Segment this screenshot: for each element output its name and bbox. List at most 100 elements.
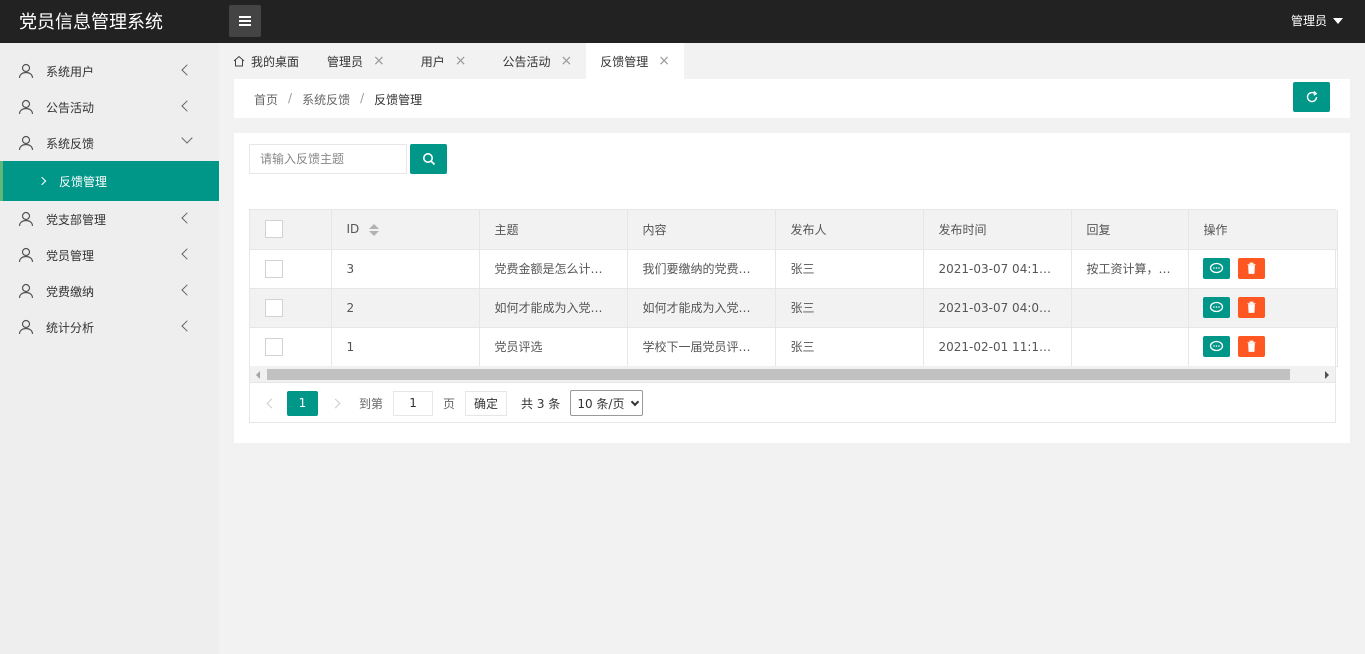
tab-label: 我的桌面 [251, 54, 300, 69]
breadcrumb-home[interactable]: 首页 [254, 91, 278, 108]
user-icon [18, 211, 34, 227]
tab-users[interactable]: 用户 × [399, 43, 481, 79]
top-bar: 党员信息管理系统 管理员 [0, 0, 1365, 43]
prev-page-button[interactable] [266, 398, 277, 408]
confirm-button[interactable]: 确定 [465, 390, 508, 416]
delete-button[interactable] [1237, 297, 1265, 318]
menu-icon [239, 20, 251, 22]
search-input[interactable] [249, 144, 407, 174]
sidebar-item-feedback[interactable]: 系统反馈 [0, 125, 219, 161]
sidebar-subitem-feedback-management[interactable]: 反馈管理 [0, 161, 219, 201]
next-page-button[interactable] [330, 398, 341, 408]
column-header-id[interactable]: ID [331, 210, 480, 250]
select-all-cell [250, 210, 332, 250]
pagination: 1 到第 页 确定 共 3 条 10 条/页 [250, 384, 1335, 422]
total-count: 共 3 条 [521, 396, 561, 411]
row-select-cell [250, 249, 332, 289]
tab-desktop[interactable]: 我的桌面 [219, 43, 313, 79]
user-icon [18, 319, 34, 335]
current-page[interactable]: 1 [287, 390, 318, 416]
user-icon [18, 63, 34, 79]
tab-label: 用户 [420, 54, 445, 69]
sidebar-item-label: 党员管理 [46, 248, 95, 263]
cell-id: 3 [331, 249, 480, 289]
sidebar-subitem-label: 反馈管理 [59, 174, 108, 189]
breadcrumb-current: 反馈管理 [374, 93, 423, 107]
cell-actions [1188, 327, 1338, 367]
scroll-right-arrow[interactable] [1325, 371, 1329, 379]
cell-time: 2021-02-01 11:16:25 [923, 327, 1072, 367]
row-checkbox[interactable] [265, 298, 283, 317]
sidebar-item-system-users[interactable]: 系统用户 [0, 53, 219, 89]
row-checkbox[interactable] [265, 337, 283, 356]
sidebar-item-members[interactable]: 党员管理 [0, 237, 219, 273]
scroll-left-arrow[interactable] [256, 371, 260, 379]
column-header-author: 发布人 [775, 210, 924, 250]
cell-reply [1071, 288, 1189, 328]
feedback-table: ID 主题 内容 发布人 发布时间 回复 操作 3 党费金额是怎么计… 我们要缴… [249, 209, 1338, 423]
delete-button[interactable] [1237, 336, 1265, 357]
row-checkbox[interactable] [265, 259, 283, 278]
cell-id: 2 [331, 288, 480, 328]
app-title: 党员信息管理系统 [19, 12, 163, 33]
breadcrumb-section[interactable]: 系统反馈 [302, 91, 350, 108]
cell-content: 如何才能成为入党… [627, 288, 776, 328]
scrollbar-thumb[interactable] [267, 369, 1290, 380]
goto-page-input[interactable] [393, 390, 434, 416]
close-icon[interactable]: × [373, 53, 385, 69]
cell-content: 我们要缴纳的党费… [627, 249, 776, 289]
trash-icon [1247, 262, 1255, 274]
reply-button[interactable] [1202, 336, 1230, 357]
tab-label: 反馈管理 [600, 54, 649, 69]
search-button[interactable] [410, 144, 447, 174]
sidebar-item-branches[interactable]: 党支部管理 [0, 201, 219, 237]
close-icon[interactable]: × [658, 53, 670, 69]
cell-subject: 党员评选 [479, 327, 628, 367]
sidebar-item-announcements[interactable]: 公告活动 [0, 89, 219, 125]
chevron-left-icon [181, 320, 193, 332]
user-menu[interactable]: 管理员 [1291, 12, 1343, 29]
sidebar-item-label: 统计分析 [46, 320, 95, 335]
sidebar-item-label: 系统用户 [46, 64, 95, 79]
horizontal-scrollbar[interactable] [250, 366, 1335, 383]
comment-icon [1209, 262, 1223, 274]
cell-author: 张三 [775, 327, 924, 367]
sidebar-item-label: 公告活动 [46, 100, 95, 115]
page-size-select[interactable]: 10 条/页 [570, 390, 644, 416]
sidebar-item-label: 党支部管理 [46, 212, 107, 227]
cell-author: 张三 [775, 249, 924, 289]
user-icon [18, 247, 34, 263]
sidebar-item-label: 党费缴纳 [46, 284, 95, 299]
table-row: 2 如何才能成为入党… 如何才能成为入党… 张三 2021-03-07 04:0… [250, 288, 1338, 328]
close-icon[interactable]: × [561, 53, 573, 69]
table-row: 3 党费金额是怎么计… 我们要缴纳的党费… 张三 2021-03-07 04:1… [250, 249, 1338, 289]
sidebar-item-dues[interactable]: 党费缴纳 [0, 273, 219, 309]
tab-admin[interactable]: 管理员 × [313, 43, 399, 79]
tab-announcements[interactable]: 公告活动 × [481, 43, 587, 79]
cell-actions [1188, 288, 1338, 328]
reply-button[interactable] [1202, 297, 1230, 318]
tab-feedback-management[interactable]: 反馈管理 × [586, 43, 685, 79]
cell-reply [1071, 327, 1189, 367]
user-label: 管理员 [1290, 14, 1327, 28]
page-label: 页 [443, 396, 456, 411]
sidebar-item-statistics[interactable]: 统计分析 [0, 309, 219, 345]
cell-content: 学校下一届党员评… [627, 327, 776, 367]
caret-down-icon [1333, 17, 1343, 24]
comment-icon [1209, 340, 1223, 352]
delete-button[interactable] [1237, 258, 1265, 279]
column-header-content: 内容 [627, 210, 776, 250]
chevron-down-icon [631, 397, 640, 406]
sort-icon[interactable] [369, 223, 380, 236]
chevron-right-icon [37, 176, 47, 186]
row-select-cell [250, 327, 332, 367]
tab-bar: 我的桌面 管理员 × 用户 × 公告活动 × 反馈管理 × [219, 43, 1365, 79]
menu-toggle-button[interactable] [229, 5, 261, 37]
search-icon [422, 153, 435, 166]
close-icon[interactable]: × [455, 53, 467, 69]
refresh-button[interactable] [1293, 82, 1330, 112]
reply-button[interactable] [1202, 258, 1230, 279]
chevron-left-icon [181, 284, 193, 296]
select-all-checkbox[interactable] [265, 220, 283, 239]
chevron-left-icon [181, 64, 193, 76]
